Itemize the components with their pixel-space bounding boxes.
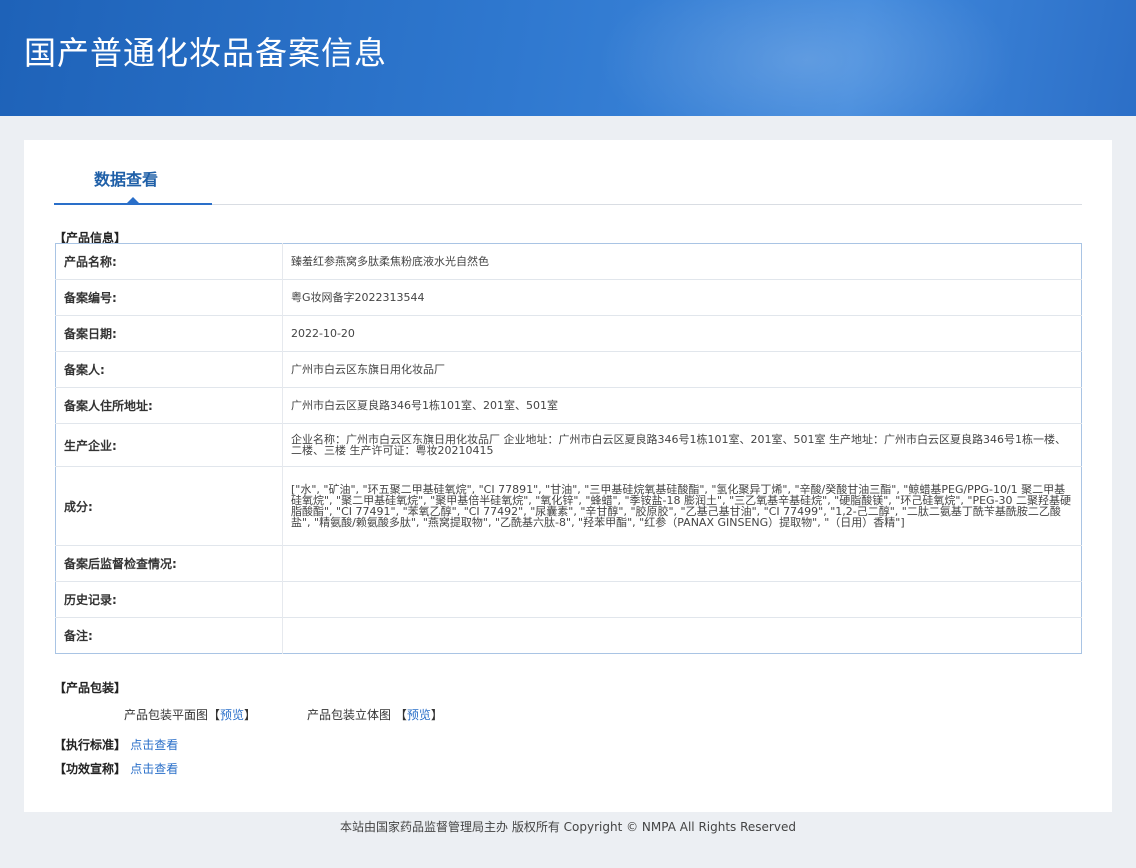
preview-solid-link[interactable]: 预览 <box>407 708 431 722</box>
product-info-table: 产品名称: 臻羞红参燕窝多肽柔焦粉底液水光自然色 备案编号: 粤G妆网备字202… <box>55 243 1082 654</box>
table-row: 成分: ["水", "矿油", "环五聚二甲基硅氧烷", "CI 77891",… <box>55 466 1082 546</box>
remarks-value <box>282 617 1082 654</box>
row-label: 成分: <box>55 466 283 546</box>
table-row: 生产企业: 企业名称：广州市白云区东旗日用化妆品厂 企业地址：广州市白云区夏良路… <box>55 423 1082 467</box>
bracket-open: 【 <box>394 708 407 722</box>
bracket-close: 】 <box>430 708 443 722</box>
row-label: 生产企业: <box>55 423 283 467</box>
row-label: 备案日期: <box>55 315 283 352</box>
standard-label: 【执行标准】 <box>54 738 127 752</box>
table-row: 备案后监督检查情况: <box>55 545 1082 582</box>
header-banner: 国产普通化妆品备案信息 <box>0 0 1136 116</box>
inspection-value <box>282 545 1082 582</box>
table-row: 备案编号: 粤G妆网备字2022313544 <box>55 279 1082 316</box>
tab-bar: 数据查看 <box>54 140 1082 205</box>
row-label: 备案人: <box>55 351 283 388</box>
preview-flat-link[interactable]: 预览 <box>220 708 244 722</box>
row-label: 历史记录: <box>55 581 283 618</box>
footer-copyright: 本站由国家药品监督管理局主办 版权所有 Copyright © NMPA All… <box>340 820 796 834</box>
packaging-solid-item: 产品包装立体图 【预览】 <box>307 706 443 723</box>
packaging-solid-label: 产品包装立体图 <box>307 708 392 722</box>
row-label: 备注: <box>55 617 283 654</box>
page-title: 国产普通化妆品备案信息 <box>24 34 388 72</box>
product-name-value: 臻羞红参燕窝多肽柔焦粉底液水光自然色 <box>291 255 489 268</box>
standard-view-link[interactable]: 点击查看 <box>130 738 178 752</box>
bracket-close: 】 <box>244 708 257 722</box>
ingredients-value: ["水", "矿油", "环五聚二甲基硅氧烷", "CI 77891", "甘油… <box>282 466 1082 546</box>
registration-number-value: 粤G妆网备字2022313544 <box>282 279 1082 316</box>
row-label: 备案编号: <box>55 279 283 316</box>
registration-date-value: 2022-10-20 <box>282 315 1082 352</box>
manufacturer-value: 企业名称：广州市白云区东旗日用化妆品厂 企业地址：广州市白云区夏良路346号1栋… <box>282 423 1082 467</box>
active-tab-caret-icon <box>127 197 139 203</box>
efficacy-row: 【功效宣称】 点击查看 <box>54 760 178 777</box>
table-row: 历史记录: <box>55 581 1082 618</box>
efficacy-view-link[interactable]: 点击查看 <box>130 762 178 776</box>
content-card: 数据查看 【产品信息】 产品名称: 臻羞红参燕窝多肽柔焦粉底液水光自然色 备案编… <box>24 140 1112 812</box>
tab-label: 数据查看 <box>94 170 159 189</box>
registrant-address-value: 广州市白云区夏良路346号1栋101室、201室、501室 <box>282 387 1082 424</box>
table-row: 备注: <box>55 617 1082 654</box>
standard-row: 【执行标准】 点击查看 <box>54 736 178 753</box>
tab-data-view[interactable]: 数据查看 <box>54 140 212 205</box>
packaging-flat-item: 产品包装平面图【预览】 <box>124 706 256 723</box>
row-label: 备案人住所地址: <box>55 387 283 424</box>
row-label: 产品名称: <box>55 243 283 280</box>
table-row: 产品名称: 臻羞红参燕窝多肽柔焦粉底液水光自然色 <box>55 243 1082 280</box>
table-row: 备案人住所地址: 广州市白云区夏良路346号1栋101室、201室、501室 <box>55 387 1082 424</box>
efficacy-label: 【功效宣称】 <box>54 762 127 776</box>
packaging-section-label: 【产品包装】 <box>54 681 127 695</box>
bracket-open: 【 <box>208 708 221 722</box>
table-row: 备案人: 广州市白云区东旗日用化妆品厂 <box>55 351 1082 388</box>
packaging-flat-label: 产品包装平面图 <box>124 708 209 722</box>
registrant-value: 广州市白云区东旗日用化妆品厂 <box>282 351 1082 388</box>
row-label: 备案后监督检查情况: <box>55 545 283 582</box>
history-value <box>282 581 1082 618</box>
banner-decoration <box>596 0 1016 116</box>
table-row: 备案日期: 2022-10-20 <box>55 315 1082 352</box>
